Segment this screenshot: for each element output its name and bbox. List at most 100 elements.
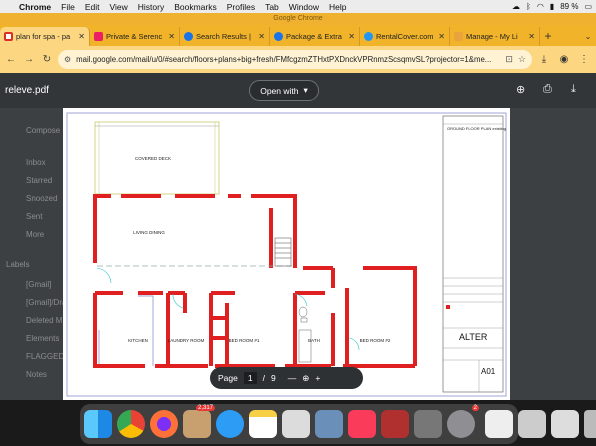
- tab-label: plan for spa - pa: [16, 32, 71, 41]
- menu-app-name[interactable]: Chrome: [14, 2, 56, 12]
- label-bath: BATH: [308, 338, 320, 343]
- gmail-label: Notes: [26, 370, 47, 379]
- label-covered-deck: COVERED DECK: [135, 156, 171, 161]
- menu-window[interactable]: Window: [284, 2, 324, 12]
- label-living-dining: LIVING DINING: [133, 230, 165, 235]
- flag-icon[interactable]: ▮: [550, 2, 554, 11]
- travel-site-icon: [274, 32, 283, 41]
- tab-label: Package & Extra: [286, 32, 342, 41]
- download-icon[interactable]: ⤓: [571, 83, 576, 96]
- profile-avatar[interactable]: ◉: [556, 54, 572, 65]
- kebab-menu-icon[interactable]: ⋮: [576, 54, 592, 65]
- install-app-icon[interactable]: ⊡: [505, 54, 513, 65]
- menu-profiles[interactable]: Profiles: [222, 2, 260, 12]
- chrome-icon[interactable]: [117, 410, 145, 438]
- close-icon[interactable]: ✕: [168, 32, 175, 41]
- downloads-stack-icon[interactable]: [551, 410, 579, 438]
- reload-icon[interactable]: ↻: [40, 53, 54, 67]
- gmail-labels: Labels: [6, 260, 30, 269]
- gmail-icon: [4, 32, 13, 41]
- floor-plan-drawing: COVERED DECK LIVING DINING KITCHEN LAUND…: [66, 112, 507, 397]
- trash-icon[interactable]: [584, 410, 596, 438]
- tab-rentalcover[interactable]: RentalCover.com ✕: [360, 27, 450, 46]
- dictionary-icon[interactable]: [381, 410, 409, 438]
- mail-icon[interactable]: [282, 410, 310, 438]
- tab-manage[interactable]: Manage - My Li ✕: [450, 27, 540, 46]
- menu-tab[interactable]: Tab: [260, 2, 284, 12]
- print-icon[interactable]: ⎙: [543, 83, 552, 96]
- staircase: [274, 237, 292, 267]
- menu-help[interactable]: Help: [324, 2, 351, 12]
- site-info-icon[interactable]: ⚙: [64, 55, 71, 64]
- forward-arrow-icon[interactable]: →: [22, 53, 36, 67]
- zoom-in-icon[interactable]: +: [315, 373, 320, 383]
- menu-bookmarks[interactable]: Bookmarks: [169, 2, 222, 12]
- label-laundry: LAUNDRY ROOM: [168, 338, 205, 343]
- finder-icon[interactable]: [84, 410, 112, 438]
- gmail-more: More: [26, 230, 45, 239]
- tab-package-extras[interactable]: Package & Extra ✕: [270, 27, 360, 46]
- bluetooth-icon[interactable]: ᛒ: [526, 2, 531, 11]
- menu-history[interactable]: History: [133, 2, 169, 12]
- label-bed1: BED ROOM #1: [229, 338, 260, 343]
- gmail-label: [Gmail]/Dra: [26, 298, 67, 307]
- back-arrow-icon[interactable]: ←: [4, 53, 18, 67]
- add-to-drive-icon[interactable]: ⊕: [516, 83, 525, 96]
- open-with-button[interactable]: Open with ▾: [249, 80, 319, 101]
- pdf-filename: releve.pdf: [5, 85, 49, 96]
- battery-icon[interactable]: ▭: [584, 2, 592, 11]
- notes-icon[interactable]: [249, 410, 277, 438]
- settings-badge: 2: [471, 405, 479, 411]
- messages-icon[interactable]: [216, 410, 244, 438]
- firefox-icon[interactable]: [150, 410, 178, 438]
- macos-menubar: Chrome File Edit View History Bookmarks …: [0, 0, 596, 13]
- tab-private-serene[interactable]: Private & Serenc ✕: [90, 27, 180, 46]
- new-tab-button[interactable]: +: [540, 27, 556, 46]
- tab-gmail[interactable]: plan for spa - pa ✕: [0, 27, 90, 46]
- close-icon[interactable]: ✕: [438, 32, 445, 41]
- bookmark-star-icon[interactable]: ☆: [518, 54, 526, 65]
- macos-dock: 2,317 2: [80, 404, 596, 444]
- tab-search-results[interactable]: Search Results | ✕: [180, 27, 270, 46]
- page-number-input[interactable]: 1: [243, 372, 257, 384]
- gmail-snoozed: Snoozed: [26, 194, 58, 203]
- label-bed2: BED ROOM #2: [360, 338, 391, 343]
- preview-icon[interactable]: [315, 410, 343, 438]
- pdf-page: COVERED DECK LIVING DINING KITCHEN LAUND…: [63, 108, 510, 400]
- photos-badge: 2,317: [195, 405, 215, 411]
- system-settings-icon[interactable]: 2: [447, 405, 479, 438]
- pdf-viewer: Compose Inbox Starred Snoozed Sent More …: [0, 73, 596, 400]
- window-title: Google Chrome: [0, 13, 596, 25]
- photos-icon[interactable]: 2,317: [183, 405, 215, 438]
- label-kitchen: KITCHEN: [128, 338, 148, 343]
- manage-site-icon: [454, 32, 463, 41]
- menu-file[interactable]: File: [56, 2, 80, 12]
- gmail-label: [Gmail]: [26, 280, 52, 289]
- close-icon[interactable]: ✕: [528, 32, 535, 41]
- menu-edit[interactable]: Edit: [80, 2, 105, 12]
- travel-site-icon: [184, 32, 193, 41]
- launchpad-icon[interactable]: [414, 410, 442, 438]
- battery-percent[interactable]: 89 %: [560, 2, 578, 11]
- downloads-icon[interactable]: ⤓: [536, 54, 552, 65]
- page-separator: /: [262, 373, 265, 383]
- zoom-fit-icon[interactable]: ⊕: [302, 373, 309, 384]
- tab-search-chevron-icon[interactable]: ⌄: [580, 27, 596, 46]
- zoom-out-icon[interactable]: —: [288, 373, 297, 383]
- kitchen-counter: [98, 295, 154, 366]
- chevron-down-icon: ▾: [303, 85, 308, 95]
- close-icon[interactable]: ✕: [78, 32, 85, 41]
- tab-label: Private & Serenc: [106, 32, 163, 41]
- scanner-icon[interactable]: [518, 410, 546, 438]
- close-icon[interactable]: ✕: [348, 32, 355, 41]
- gmail-compose: Compose: [26, 126, 61, 135]
- address-bar[interactable]: ⚙ mail.google.com/mail/u/0/#search/floor…: [58, 50, 532, 69]
- wifi-icon[interactable]: ◠: [537, 2, 544, 11]
- creative-cloud-icon[interactable]: ☁: [512, 2, 520, 11]
- music-icon[interactable]: [348, 410, 376, 438]
- address-url[interactable]: mail.google.com/mail/u/0/#search/floors+…: [76, 55, 500, 64]
- document-thumbnail[interactable]: [485, 410, 513, 438]
- tab-label: Search Results |: [196, 32, 251, 41]
- close-icon[interactable]: ✕: [258, 32, 265, 41]
- menu-view[interactable]: View: [104, 2, 132, 12]
